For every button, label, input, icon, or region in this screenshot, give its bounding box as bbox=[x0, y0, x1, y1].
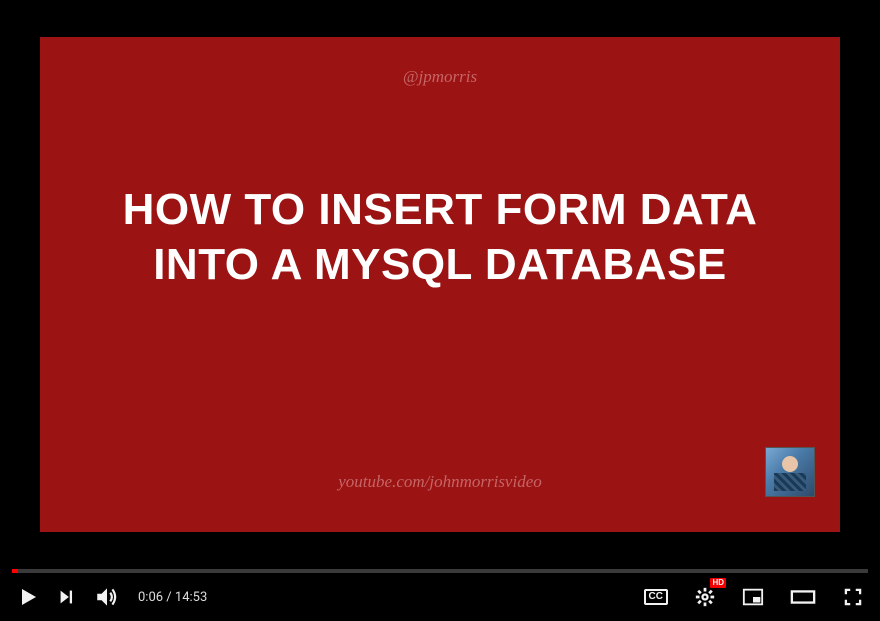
player-controls: 0:06 / 14:53 CC bbox=[0, 573, 880, 621]
theater-icon bbox=[790, 587, 816, 607]
theater-button[interactable] bbox=[786, 583, 820, 611]
next-button[interactable] bbox=[52, 582, 82, 612]
miniplayer-button[interactable] bbox=[738, 583, 768, 611]
channel-avatar[interactable] bbox=[765, 447, 815, 497]
play-button[interactable] bbox=[12, 581, 44, 613]
miniplayer-icon bbox=[742, 587, 764, 607]
video-viewport[interactable]: @jpmorris HOW TO INSERT FORM DATA INTO A… bbox=[0, 0, 880, 569]
hd-badge: HD bbox=[710, 578, 726, 588]
cc-icon: CC bbox=[644, 589, 668, 605]
fullscreen-icon bbox=[842, 586, 864, 608]
time-separator: / bbox=[163, 590, 175, 605]
gear-icon bbox=[694, 586, 716, 608]
slide-title-line2: INTO A MYSQL DATABASE bbox=[153, 240, 727, 289]
fullscreen-button[interactable] bbox=[838, 582, 868, 612]
video-player: @jpmorris HOW TO INSERT FORM DATA INTO A… bbox=[0, 0, 880, 621]
duration: 14:53 bbox=[175, 590, 207, 605]
current-time: 0:06 bbox=[138, 590, 163, 605]
next-icon bbox=[56, 586, 78, 608]
time-display: 0:06 / 14:53 bbox=[138, 590, 207, 605]
captions-button[interactable]: CC bbox=[640, 585, 672, 609]
progress-played bbox=[12, 569, 18, 573]
video-slide: @jpmorris HOW TO INSERT FORM DATA INTO A… bbox=[40, 37, 840, 532]
slide-handle: @jpmorris bbox=[403, 67, 477, 87]
controls-right: CC HD bbox=[640, 582, 868, 612]
settings-button[interactable]: HD bbox=[690, 582, 720, 612]
progress-bar[interactable] bbox=[12, 569, 868, 573]
slide-url: youtube.com/johnmorrisvideo bbox=[338, 472, 542, 492]
play-icon bbox=[16, 585, 40, 609]
volume-button[interactable] bbox=[90, 580, 124, 614]
controls-left: 0:06 / 14:53 bbox=[12, 580, 207, 614]
slide-title-line1: HOW TO INSERT FORM DATA bbox=[123, 185, 758, 234]
slide-title: HOW TO INSERT FORM DATA INTO A MYSQL DAT… bbox=[93, 182, 788, 292]
volume-icon bbox=[94, 584, 120, 610]
